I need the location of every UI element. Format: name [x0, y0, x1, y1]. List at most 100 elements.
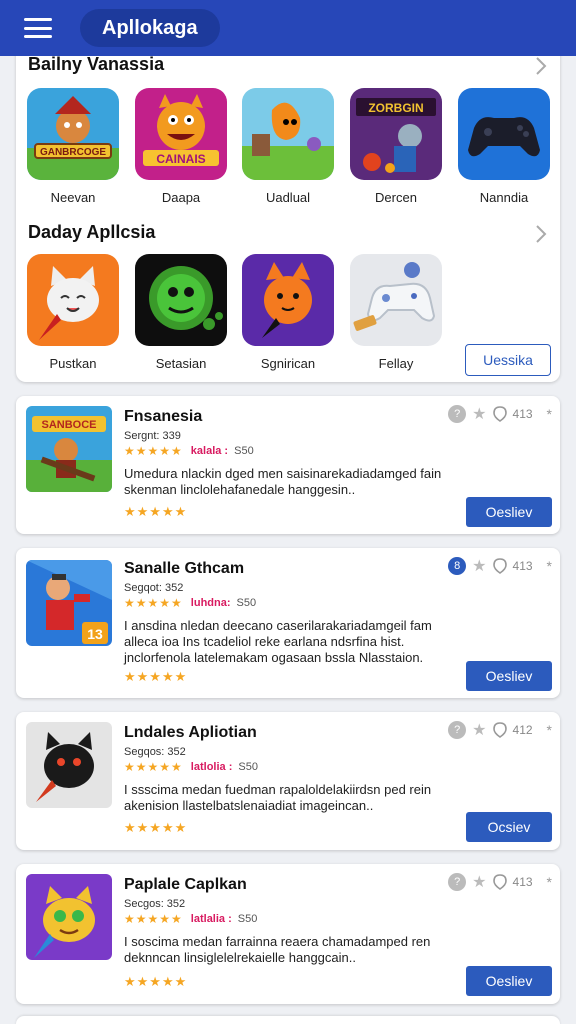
location-pin-icon[interactable] — [492, 722, 507, 738]
rating-row: ★★★★★ luhdna: S50 — [124, 596, 256, 610]
game-icon — [242, 88, 334, 180]
svg-text:CAINAIS: CAINAIS — [156, 152, 205, 166]
app-name: Fnsanesia — [124, 408, 203, 425]
app-tag: kalala : — [190, 445, 229, 457]
app-name: Sanalle Gthcam — [124, 560, 245, 577]
tile-label: Sgnirican — [260, 356, 316, 371]
close-icon[interactable]: * — [547, 874, 552, 890]
app-name: Paplale Caplkan — [124, 876, 247, 893]
tile-label: Nanndia — [479, 190, 529, 205]
app-card[interactable]: Paplale Caplkan Secgos: 352 ★★★★★ latlal… — [16, 864, 560, 1004]
app-size: S50 — [237, 913, 258, 925]
location-pin-icon[interactable] — [492, 406, 507, 422]
location-pin-icon[interactable] — [492, 558, 507, 574]
game-icon: GANBRCOGE — [27, 88, 119, 180]
app-card[interactable]: Lndales Apliotian Segqos: 352 ★★★★★ latl… — [16, 712, 560, 850]
fox-icon — [242, 254, 334, 346]
tile-label: Uadlual — [265, 190, 311, 205]
app-meta: Segqos: 352 — [124, 746, 186, 758]
app-tile[interactable]: Nanndia — [458, 88, 550, 205]
menu-icon[interactable] — [24, 18, 52, 38]
app-tile[interactable]: Sgnirican — [242, 254, 334, 371]
app-description: I ansdina nledan deecano caserilarakaria… — [124, 618, 432, 665]
app-tile[interactable]: Fellay — [350, 254, 442, 371]
brand-pill[interactable]: Apllokaga — [80, 9, 220, 47]
close-icon[interactable]: * — [547, 406, 552, 422]
app-tile[interactable]: CAINAIS Daapa — [135, 88, 227, 205]
tile-label: Daapa — [161, 190, 201, 205]
star-icon[interactable]: ★ — [472, 872, 486, 892]
info-badge[interactable]: 8 — [448, 557, 467, 575]
count-label: 413 — [512, 875, 533, 889]
star-rating: ★★★★★ — [124, 669, 188, 684]
app-description: I soscima medan farrainna reaera chamada… — [124, 934, 431, 965]
section-title-2: Daday Apllcsia — [28, 222, 156, 242]
view-button[interactable]: Oesliev — [466, 661, 552, 691]
star-rating: ★★★★★ — [124, 760, 183, 774]
star-rating: ★★★★★ — [124, 974, 188, 989]
info-badge[interactable]: ? — [448, 721, 467, 739]
app-tile[interactable]: Setasian — [135, 254, 227, 371]
rating-row: ★★★★★ latlolia : S50 — [124, 760, 258, 774]
star-icon[interactable]: ★ — [472, 720, 486, 740]
star-rating: ★★★★★ — [124, 444, 183, 458]
tile-label: Neevan — [50, 190, 96, 205]
card-actions: ? ★ 413 * — [448, 404, 552, 424]
app-thumbnail — [26, 722, 112, 808]
location-pin-icon[interactable] — [492, 874, 507, 890]
star-rating: ★★★★★ — [124, 820, 188, 835]
game-icon: CAINAIS — [135, 88, 227, 180]
svg-text:GANBRCOGE: GANBRCOGE — [40, 147, 106, 158]
info-badge[interactable]: ? — [448, 873, 467, 891]
more-button[interactable]: Uessika — [465, 344, 551, 376]
close-icon[interactable]: * — [547, 558, 552, 574]
svg-text:ZORBGIN: ZORBGIN — [368, 101, 423, 115]
app-thumbnail: 13 — [26, 560, 112, 646]
star-icon[interactable]: ★ — [472, 404, 486, 424]
chevron-right-icon[interactable] — [534, 224, 548, 244]
tile-label: Pustkan — [49, 356, 97, 371]
app-tag: luhdna: — [190, 597, 231, 609]
view-button[interactable]: Oesliev — [466, 966, 552, 996]
game-icon: ZORBGIN — [350, 88, 442, 180]
app-description: Umedura nlackin dged men saisinarekadiad… — [124, 466, 442, 497]
star-rating: ★★★★★ — [124, 504, 188, 519]
app-size: S50 — [234, 445, 254, 457]
app-tag: latlalia : — [190, 913, 232, 925]
svg-text:13: 13 — [87, 626, 103, 642]
featured-card: Bailny Vanassia GANBRCOGE Neevan CAINAIS… — [16, 44, 560, 382]
section-title-1: Bailny Vanassia — [28, 54, 165, 74]
app-size: S50 — [238, 761, 258, 773]
star-rating: ★★★★★ — [124, 596, 183, 610]
count-label: 413 — [512, 407, 533, 421]
cat-icon — [27, 254, 119, 346]
info-badge[interactable]: ? — [448, 405, 467, 423]
app-thumbnail — [26, 874, 112, 960]
app-card[interactable]: 13 Sanalle Gthcam Segqot: 352 ★★★★★ luhd… — [16, 548, 560, 698]
view-button[interactable]: Oesliev — [466, 497, 552, 527]
app-tile[interactable]: GANBRCOGE Neevan — [27, 88, 119, 205]
close-icon[interactable]: * — [547, 722, 552, 738]
tile-label: Fellay — [378, 356, 414, 371]
card-actions: 8 ★ 413 * — [448, 556, 552, 576]
svg-text:SANBOCE: SANBOCE — [41, 419, 96, 431]
controller-icon — [350, 254, 442, 346]
app-tile[interactable]: ZORBGIN Dercen — [350, 88, 442, 205]
app-card[interactable]: SANBOCE Fnsanesia Sergnt: 339 ★★★★★ kala… — [16, 396, 560, 534]
star-icon[interactable]: ★ — [472, 556, 486, 576]
star-rating: ★★★★★ — [124, 912, 183, 926]
view-button[interactable]: Ocsiev — [466, 812, 552, 842]
brand-title: Apllokaga — [102, 16, 198, 39]
next-card-edge — [16, 1016, 560, 1024]
app-tile[interactable]: Pustkan — [27, 254, 119, 371]
app-tile[interactable]: Uadlual — [242, 88, 334, 205]
tile-label: Setasian — [155, 356, 207, 371]
count-label: 412 — [512, 723, 533, 737]
chevron-right-icon[interactable] — [534, 56, 548, 76]
rating-row: ★★★★★ kalala : S50 — [124, 444, 254, 458]
app-meta: Sergnt: 339 — [124, 430, 181, 442]
app-name: Lndales Apliotian — [124, 724, 257, 741]
app-meta: Secgos: 352 — [124, 898, 186, 910]
tile-label: Dercen — [375, 190, 417, 205]
app-meta: Segqot: 352 — [124, 582, 184, 594]
